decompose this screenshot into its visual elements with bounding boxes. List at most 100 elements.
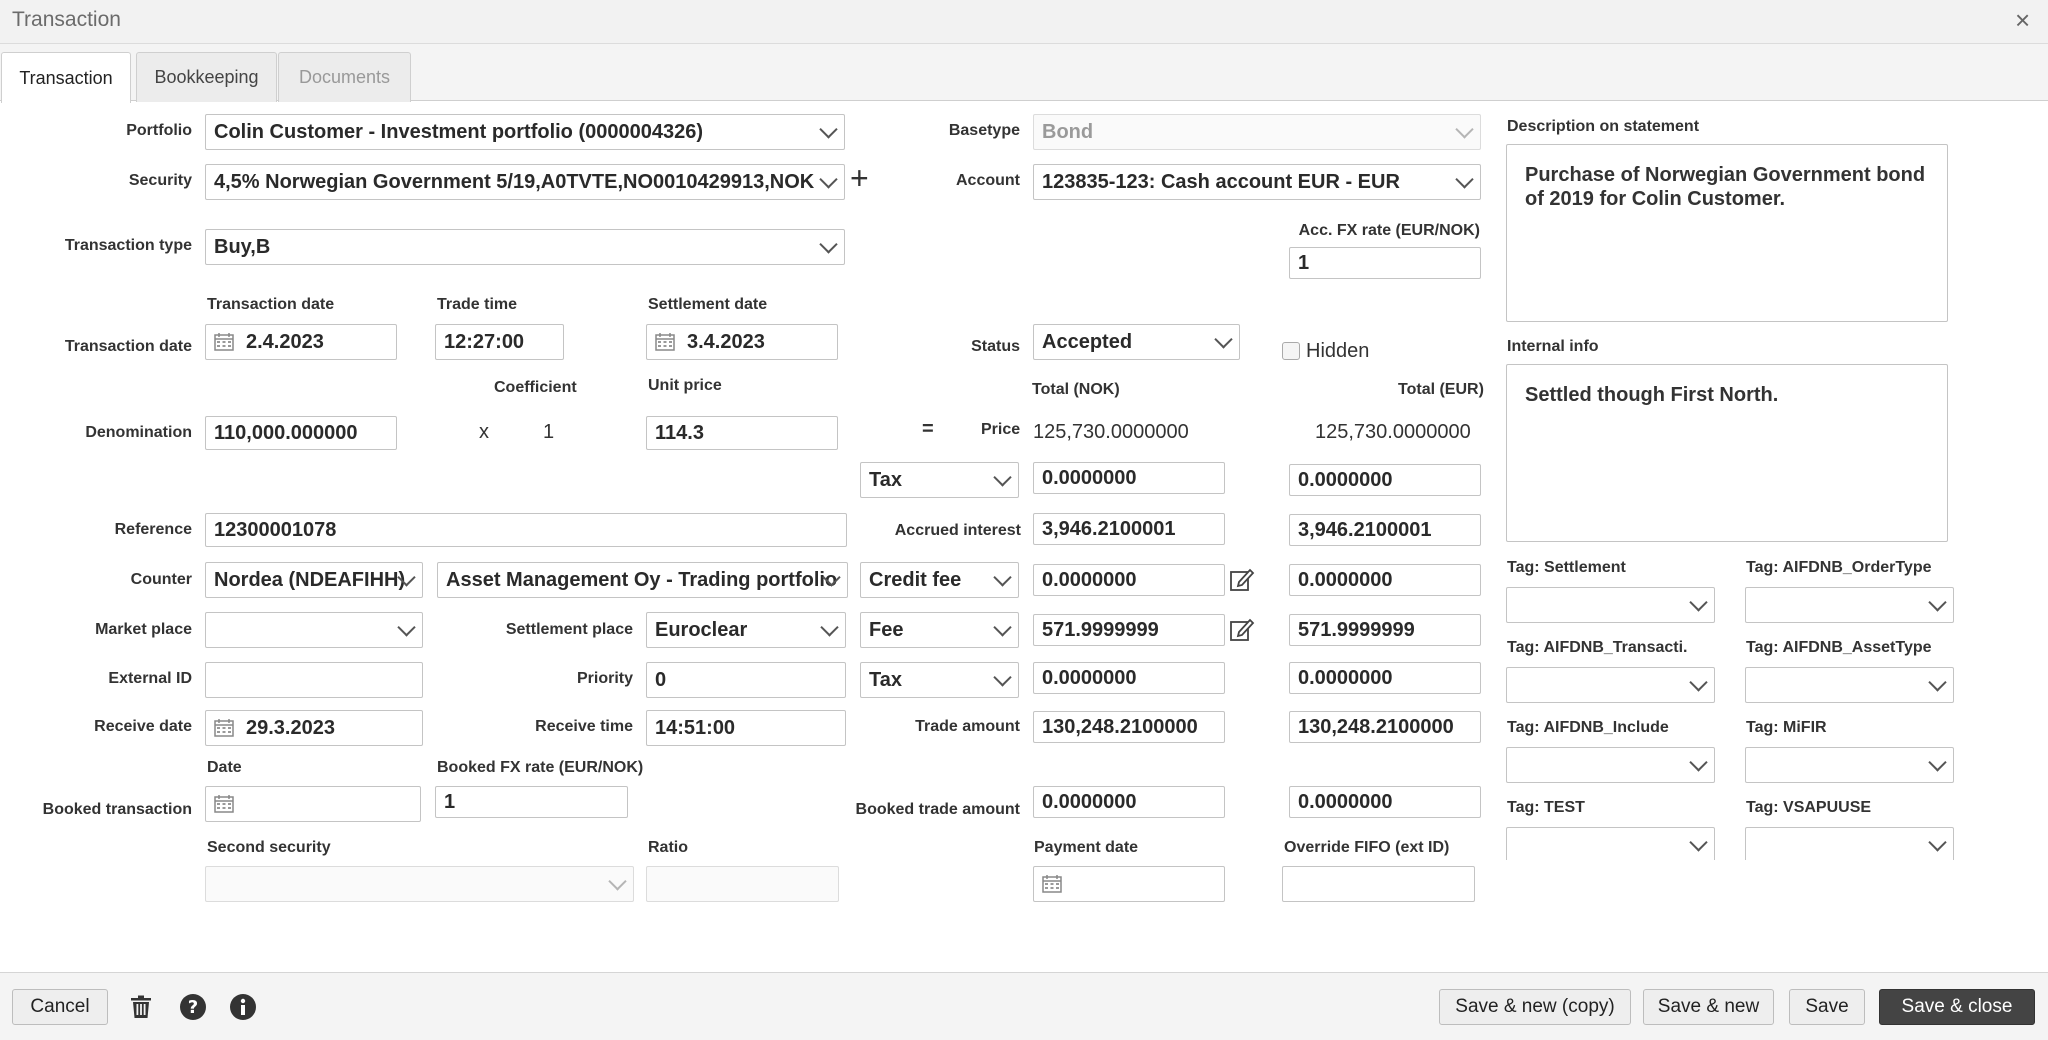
info-icon[interactable] [229, 993, 257, 1021]
tag-mifir-select[interactable] [1745, 747, 1954, 783]
tag-settlement-select[interactable] [1506, 587, 1715, 623]
booked-amount-eur-input[interactable]: 0.0000000 [1289, 786, 1481, 818]
second-security-select[interactable] [205, 866, 634, 902]
credit-fee-eur-input[interactable]: 0.0000000 [1289, 564, 1481, 596]
tag-include-select[interactable] [1506, 747, 1715, 783]
chevron-down-icon [1455, 120, 1474, 139]
tag-ordertype-select[interactable] [1745, 587, 1954, 623]
receive-date-input[interactable]: 29.3.2023 [205, 710, 423, 746]
accrued-nok-input[interactable]: 3,946.2100001 [1033, 513, 1225, 545]
denomination-input[interactable]: 110,000.000000 [205, 416, 397, 450]
acc-fx-input[interactable]: 1 [1289, 247, 1481, 279]
portfolio-select[interactable]: Colin Customer - Investment portfolio (0… [205, 114, 845, 150]
tag-include-label: Tag: AIFDNB_Include [1507, 719, 1669, 736]
hidden-checkbox[interactable] [1282, 342, 1300, 360]
override-fifo-input[interactable] [1282, 866, 1475, 902]
tax2-eur-input[interactable]: 0.0000000 [1289, 662, 1481, 694]
fee-nok-input[interactable]: 571.9999999 [1033, 614, 1225, 646]
status-value: Accepted [1042, 330, 1133, 353]
basetype-value: Bond [1042, 120, 1094, 143]
unit-price-input[interactable]: 114.3 [646, 416, 838, 450]
save-new-button[interactable]: Save & new [1643, 989, 1774, 1025]
tax2-type-select[interactable]: Tax [860, 662, 1019, 698]
receive-time-input[interactable]: 14:51:00 [646, 710, 846, 746]
transaction-type-select[interactable]: Buy,B [205, 229, 845, 265]
market-place-select[interactable] [205, 612, 423, 648]
payment-date-input[interactable] [1033, 866, 1225, 902]
chevron-down-icon [819, 170, 838, 189]
tag-vsapuuse-select[interactable] [1745, 827, 1954, 860]
account-select[interactable]: 123835-123: Cash account EUR - EUR [1033, 164, 1481, 200]
tag-transacti-select[interactable] [1506, 667, 1715, 703]
internal-info-textarea[interactable]: Settled though First North. [1506, 364, 1948, 542]
security-select[interactable]: 4,5% Norwegian Government 5/19,A0TVTE,NO… [205, 164, 845, 200]
chevron-down-icon [819, 120, 838, 139]
unit-price-value: 114.3 [655, 421, 704, 444]
add-icon[interactable]: + [850, 160, 878, 200]
override-fifo-caption: Override FIFO (ext ID) [1284, 839, 1450, 856]
trash-icon[interactable] [127, 993, 155, 1021]
close-icon[interactable]: × [2015, 5, 2030, 36]
fee-eur-value: 571.9999999 [1298, 618, 1415, 641]
trade-amount-nok-input[interactable]: 130,248.2100000 [1033, 711, 1225, 743]
save-button[interactable]: Save [1789, 989, 1865, 1025]
credit-fee-eur-value: 0.0000000 [1298, 568, 1393, 591]
tax2-nok-input[interactable]: 0.0000000 [1033, 662, 1225, 694]
booked-fx-input[interactable]: 1 [435, 786, 628, 818]
denomination-value: 110,000.000000 [214, 421, 358, 444]
cancel-button[interactable]: Cancel [12, 989, 108, 1025]
transaction-date-input[interactable]: 2.4.2023 [205, 324, 397, 360]
receive-time-value: 14:51:00 [655, 716, 736, 739]
credit-fee-type-select[interactable]: Credit fee [860, 562, 1019, 598]
accrued-nok-value: 3,946.2100001 [1042, 517, 1176, 540]
trade-time-caption: Trade time [437, 296, 518, 313]
counter-select[interactable]: Nordea (NDEAFIHH) [205, 562, 423, 598]
total-nok-header: Total (NOK) [1032, 381, 1120, 398]
tag-assettype-select[interactable] [1745, 667, 1954, 703]
trade-amount-eur-input[interactable]: 130,248.2100000 [1289, 711, 1481, 743]
settlement-place-select[interactable]: Euroclear [646, 612, 846, 648]
ratio-input[interactable] [646, 866, 839, 902]
booked-transaction-label: Booked transaction [42, 801, 192, 818]
tax-eur-value: 0.0000000 [1298, 468, 1393, 491]
status-select[interactable]: Accepted [1033, 324, 1240, 360]
tax-nok-input[interactable]: 0.0000000 [1033, 462, 1225, 494]
transaction-date-value: 2.4.2023 [246, 330, 324, 353]
description-textarea[interactable]: Purchase of Norwegian Government bond of… [1506, 144, 1948, 322]
credit-fee-nok-input[interactable]: 0.0000000 [1033, 564, 1225, 596]
counterparty-value: Asset Management Oy - Trading portfolio [446, 568, 838, 591]
description-caption: Description on statement [1507, 118, 1700, 135]
help-icon[interactable]: ? [179, 993, 207, 1021]
tax-type-select[interactable]: Tax [860, 462, 1019, 498]
tax-eur-input[interactable]: 0.0000000 [1289, 464, 1481, 496]
tag-test-label: Tag: TEST [1507, 799, 1585, 816]
booked-amount-nok-input[interactable]: 0.0000000 [1033, 786, 1225, 818]
payment-date-caption: Payment date [1034, 839, 1139, 856]
settlement-date-input[interactable]: 3.4.2023 [646, 324, 838, 360]
edit-icon[interactable] [1229, 567, 1255, 593]
ratio-caption: Ratio [648, 839, 688, 856]
reference-input[interactable]: 12300001078 [205, 513, 847, 547]
account-value: 123835-123: Cash account EUR - EUR [1042, 170, 1400, 193]
chevron-down-icon [1689, 673, 1708, 692]
tab-transaction[interactable]: Transaction [1, 52, 131, 103]
settlement-place-value: Euroclear [655, 618, 748, 641]
fee-eur-input[interactable]: 571.9999999 [1289, 614, 1481, 646]
booked-date-input[interactable] [205, 786, 421, 822]
basetype-select[interactable]: Bond [1033, 114, 1481, 150]
edit-icon[interactable] [1229, 617, 1255, 643]
counterparty-select[interactable]: Asset Management Oy - Trading portfolio [437, 562, 848, 598]
accrued-interest-label: Accrued interest [894, 522, 1021, 539]
trade-time-input[interactable]: 12:27:00 [435, 324, 564, 360]
acc-fx-label: Acc. FX rate (EUR/NOK) [1298, 222, 1480, 239]
accrued-eur-input[interactable]: 3,946.2100001 [1289, 514, 1481, 546]
tab-documents[interactable]: Documents [278, 52, 411, 102]
save-new-copy-button[interactable]: Save & new (copy) [1439, 989, 1631, 1025]
tab-bookkeeping[interactable]: Bookkeeping [136, 52, 277, 102]
transaction-type-value: Buy,B [214, 235, 271, 258]
external-id-input[interactable] [205, 662, 423, 698]
tag-test-select[interactable] [1506, 827, 1715, 860]
save-close-button[interactable]: Save & close [1879, 989, 2035, 1025]
fee-type-select[interactable]: Fee [860, 612, 1019, 648]
priority-input[interactable]: 0 [646, 662, 846, 698]
